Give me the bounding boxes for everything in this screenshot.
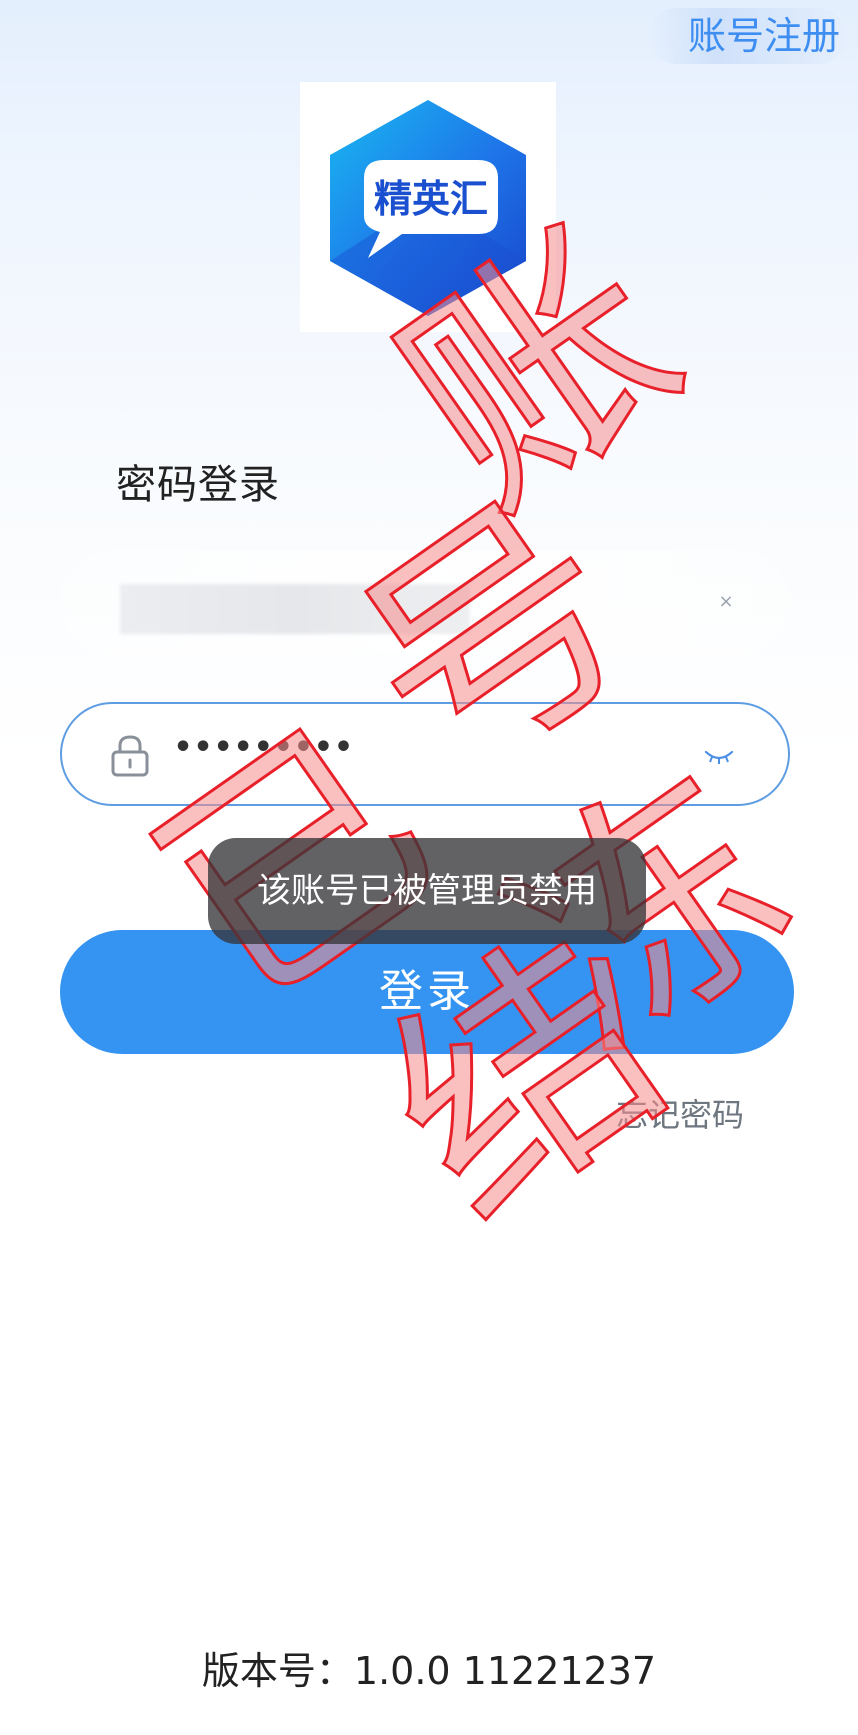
clear-icon[interactable]: × [716, 592, 736, 612]
forgot-password-link[interactable]: 忘记密码 [616, 1090, 744, 1136]
account-value-redacted [120, 584, 470, 634]
page-title: 密码登录 [116, 462, 280, 508]
logo-text: 精英汇 [374, 177, 488, 221]
password-value: ••••••••• [174, 730, 355, 765]
version-label: 版本号：1.0.0 11221237 [201, 1649, 657, 1693]
toast-message: 该账号已被管理员禁用 [208, 838, 646, 944]
login-button[interactable]: 登录 [60, 930, 794, 1054]
top-bar: 账号注册 [0, 0, 858, 80]
lock-icon [111, 735, 149, 777]
hexagon-speech-logo-icon: 精英汇 [330, 100, 526, 316]
app-logo: 精英汇 [300, 82, 556, 332]
password-input[interactable]: ••••••••• [60, 702, 790, 806]
register-link[interactable]: 账号注册 [647, 8, 846, 64]
eye-closed-icon[interactable] [704, 746, 734, 766]
account-input[interactable]: × [60, 550, 790, 654]
